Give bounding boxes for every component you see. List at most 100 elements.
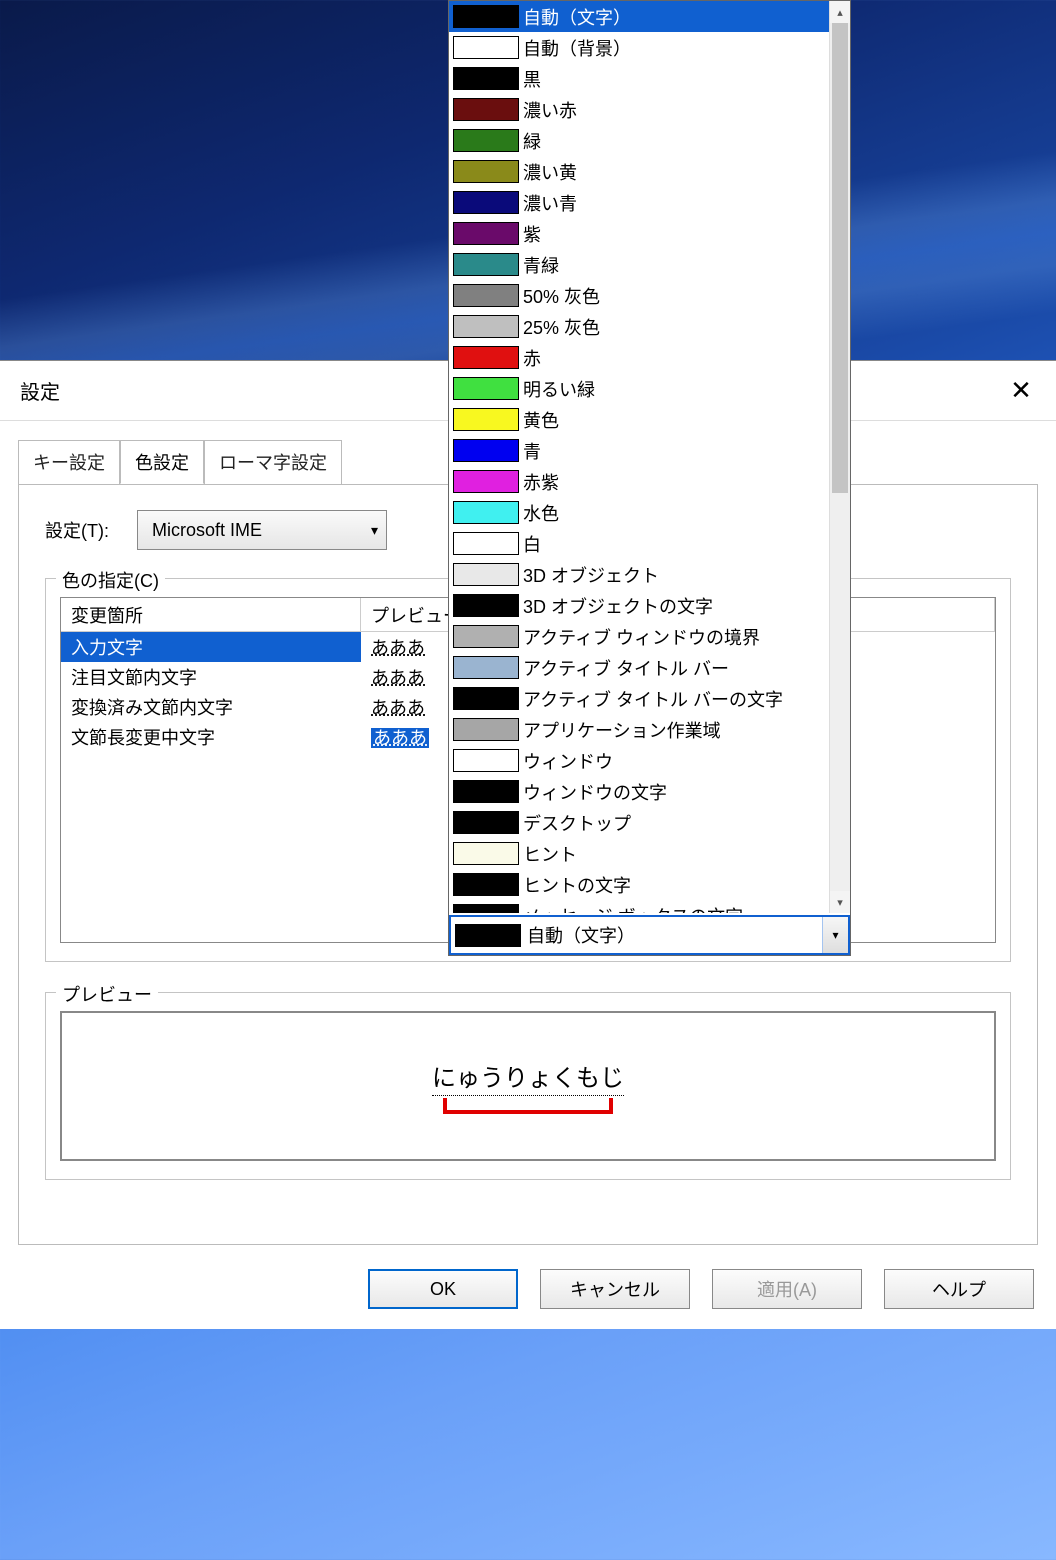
color-swatch [453, 67, 519, 90]
color-option-label: ヒント [521, 841, 577, 867]
scroll-track[interactable] [830, 23, 850, 891]
color-options-list[interactable]: 自動（文字） 自動（背景） 黒濃い赤緑濃い黄濃い青紫青緑 50% 灰色25% 灰色赤明… [449, 1, 850, 913]
color-option-label: アプリケーション作業域 [521, 717, 721, 743]
color-swatch [453, 346, 519, 369]
scrollbar[interactable]: ▴ ▾ [829, 1, 850, 913]
ok-button[interactable]: OK [368, 1269, 518, 1309]
color-swatch [453, 253, 519, 276]
color-option[interactable]: 明るい緑 [449, 373, 829, 404]
col-location-header[interactable]: 変更箇所 [61, 598, 361, 631]
color-option-label: 自動（背景） [521, 35, 631, 61]
color-option-label: 水色 [521, 500, 559, 526]
color-swatch [453, 780, 519, 803]
color-swatch [453, 222, 519, 245]
settings-label: 設定(T): [45, 517, 109, 543]
color-option-label: 緑 [521, 128, 541, 154]
color-swatch [453, 718, 519, 741]
color-option[interactable]: 青緑 [449, 249, 829, 280]
color-option[interactable]: 25% 灰色 [449, 311, 829, 342]
ime-dropdown[interactable]: Microsoft IME ▾ [137, 510, 387, 550]
color-option[interactable]: 濃い青 [449, 187, 829, 218]
color-dropdown-panel: 自動（文字） 自動（背景） 黒濃い赤緑濃い黄濃い青紫青緑 50% 灰色25% 灰色赤明… [448, 0, 851, 956]
current-color-swatch [455, 924, 521, 947]
close-button[interactable]: ✕ [986, 361, 1056, 421]
color-dropdown-current[interactable]: 自動（文字） ▾ [449, 915, 850, 955]
color-swatch [453, 315, 519, 338]
preview-group: プレビュー にゅうりょくもじ [45, 992, 1011, 1180]
color-swatch [453, 377, 519, 400]
color-option-label: 紫 [521, 221, 541, 247]
help-button[interactable]: ヘルプ [884, 1269, 1034, 1309]
color-option[interactable]: ウィンドウ [449, 745, 829, 776]
color-swatch [453, 191, 519, 214]
preview-legend: プレビュー [56, 981, 158, 1007]
color-option[interactable]: 濃い黄 [449, 156, 829, 187]
color-swatch [453, 36, 519, 59]
color-option[interactable]: デスクトップ [449, 807, 829, 838]
color-option[interactable]: 赤紫 [449, 466, 829, 497]
scroll-thumb[interactable] [832, 23, 848, 493]
color-option-label: ヒントの文字 [521, 872, 631, 898]
tab-color-settings[interactable]: 色設定 [120, 440, 204, 484]
scroll-up-button[interactable]: ▴ [830, 1, 850, 23]
color-swatch [453, 160, 519, 183]
color-option[interactable]: 自動（文字） [449, 1, 829, 32]
color-option[interactable]: 黒 [449, 63, 829, 94]
color-option-label: アクティブ タイトル バーの文字 [521, 686, 783, 712]
color-option[interactable]: 赤 [449, 342, 829, 373]
color-option[interactable]: アクティブ タイトル バー [449, 652, 829, 683]
color-option-label: 3D オブジェクト [521, 562, 659, 588]
color-option-label: アクティブ ウィンドウの境界 [521, 624, 760, 650]
preview-red-underline [443, 1098, 613, 1114]
color-option[interactable]: 紫 [449, 218, 829, 249]
color-option-label: デスクトップ [521, 810, 631, 836]
color-option-label: ウィンドウの文字 [521, 779, 667, 805]
color-option[interactable]: ヒント [449, 838, 829, 869]
color-option-label: 50% 灰色 [521, 283, 600, 309]
color-swatch [453, 532, 519, 555]
color-swatch [453, 284, 519, 307]
color-option-label: 白 [521, 531, 541, 557]
color-option[interactable]: メッセージ ボックスの文字 [449, 900, 829, 913]
color-option[interactable]: ヒントの文字 [449, 869, 829, 900]
color-option-label: アクティブ タイトル バー [521, 655, 729, 681]
color-option-label: 明るい緑 [521, 376, 595, 402]
cancel-button[interactable]: キャンセル [540, 1269, 690, 1309]
tab-romaji-settings[interactable]: ローマ字設定 [204, 440, 342, 484]
tab-key-settings[interactable]: キー設定 [18, 440, 120, 484]
color-swatch [453, 470, 519, 493]
close-icon: ✕ [1010, 375, 1032, 406]
color-option[interactable]: 濃い赤 [449, 94, 829, 125]
color-option-label: ウィンドウ [521, 748, 613, 774]
apply-button[interactable]: 適用(A) [712, 1269, 862, 1309]
color-swatch [453, 408, 519, 431]
color-option-label: メッセージ ボックスの文字 [521, 903, 743, 914]
color-option[interactable]: 3D オブジェクト [449, 559, 829, 590]
preview-box: にゅうりょくもじ [60, 1011, 996, 1161]
color-swatch [453, 439, 519, 462]
color-option[interactable]: アクティブ ウィンドウの境界 [449, 621, 829, 652]
color-option[interactable]: アクティブ タイトル バーの文字 [449, 683, 829, 714]
color-option[interactable]: 黄色 [449, 404, 829, 435]
list-item-name: 注目文節内文字 [61, 662, 361, 692]
chevron-down-icon[interactable]: ▾ [822, 917, 848, 953]
color-option[interactable]: ウィンドウの文字 [449, 776, 829, 807]
color-option[interactable]: 緑 [449, 125, 829, 156]
chevron-down-icon: ▾ [371, 522, 378, 539]
color-option-label: 黒 [521, 66, 541, 92]
color-option[interactable]: 自動（背景） [449, 32, 829, 63]
color-option[interactable]: 3D オブジェクトの文字 [449, 590, 829, 621]
color-option-label: 赤紫 [521, 469, 559, 495]
color-option[interactable]: 50% 灰色 [449, 280, 829, 311]
color-swatch [453, 501, 519, 524]
color-swatch [453, 811, 519, 834]
color-option-label: 3D オブジェクトの文字 [521, 593, 713, 619]
color-option[interactable]: 白 [449, 528, 829, 559]
color-swatch [453, 594, 519, 617]
scroll-down-button[interactable]: ▾ [830, 891, 850, 913]
color-option-label: 濃い黄 [521, 159, 577, 185]
color-option[interactable]: 水色 [449, 497, 829, 528]
color-option[interactable]: 青 [449, 435, 829, 466]
color-option[interactable]: アプリケーション作業域 [449, 714, 829, 745]
color-option-label: 自動（文字） [521, 4, 631, 30]
